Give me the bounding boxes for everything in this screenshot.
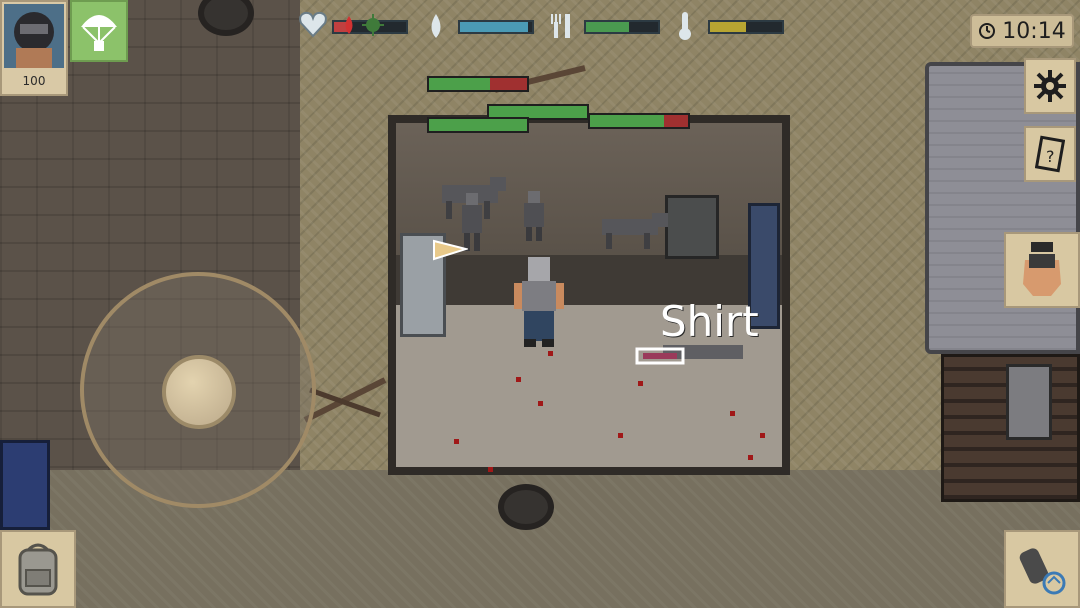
shelter-room <box>388 115 790 475</box>
gear-icon <box>1034 70 1066 102</box>
parachute-icon <box>81 15 117 51</box>
grab-hand-icon <box>1023 242 1061 296</box>
helmet-avatar <box>4 4 64 68</box>
parachute-button[interactable] <box>70 0 128 62</box>
enemy-health-bar <box>427 117 529 133</box>
journal-icon: ? <box>1035 135 1065 173</box>
svg-text:?: ? <box>1046 147 1055 166</box>
food-loot-item[interactable] <box>432 237 468 263</box>
blue-container[interactable] <box>0 440 50 530</box>
enemy-health-lost <box>489 78 527 90</box>
water-drop-icon <box>431 14 441 38</box>
inventory-button[interactable] <box>0 530 76 608</box>
game-clock: 10:14 <box>970 14 1074 48</box>
weapon-swap-icon <box>1019 548 1066 595</box>
fork-knife-icon <box>551 14 570 38</box>
tire <box>498 484 554 530</box>
food-bar <box>584 20 660 34</box>
joystick-knob[interactable] <box>162 355 236 429</box>
clock-time: 10:14 <box>1002 18 1066 44</box>
enemy-health-bar <box>588 113 690 129</box>
enemy-health-lost <box>663 115 688 127</box>
player-level: 100 <box>22 74 46 88</box>
interact-button[interactable] <box>1004 232 1080 308</box>
player-panel[interactable]: 100 <box>0 0 68 96</box>
temperature-bar <box>708 20 784 34</box>
zombie[interactable] <box>522 191 546 243</box>
settings-button[interactable] <box>1024 58 1076 114</box>
cabin-window <box>1006 364 1052 440</box>
zombie-dog[interactable] <box>594 205 674 255</box>
enemy-health-bar <box>427 76 529 92</box>
virus-icon <box>362 14 384 36</box>
weapon-swap-button[interactable] <box>1004 530 1080 608</box>
backpack-icon <box>18 543 58 596</box>
clock-icon <box>979 23 996 39</box>
blood-drop-icon <box>345 16 353 34</box>
player-character <box>514 257 564 347</box>
item-tooltip: Shirt <box>660 297 759 346</box>
thermometer-icon <box>679 12 691 40</box>
journal-button[interactable]: ? <box>1024 126 1076 182</box>
water-bar <box>458 20 534 34</box>
heart-icon <box>299 11 327 38</box>
